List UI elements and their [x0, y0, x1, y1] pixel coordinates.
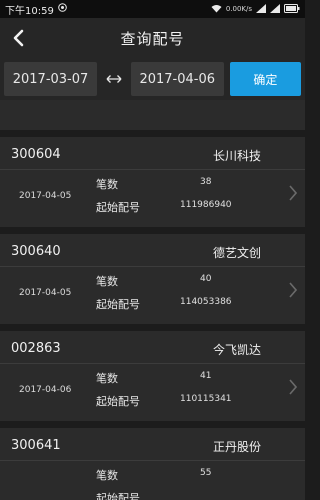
end-date-field[interactable]: 2017-04-06: [130, 62, 224, 96]
record-date: 2017-04-05: [19, 191, 72, 201]
count-label: 笔数: [96, 178, 118, 191]
confirm-button[interactable]: 确定: [229, 62, 302, 96]
record-list[interactable]: 300604 长川科技 2017-04-05 笔数 38 起始配号 111986…: [0, 100, 305, 500]
list-item[interactable]: 300604 长川科技 2017-04-05 笔数 38 起始配号 111986…: [0, 137, 305, 227]
status-time: 下午10:59: [5, 5, 54, 17]
back-button[interactable]: [8, 26, 28, 50]
stock-code: 300641: [11, 438, 61, 453]
stock-name: 长川科技: [212, 149, 261, 163]
start-number-value: 114053386: [180, 297, 232, 307]
count-label: 笔数: [96, 275, 118, 288]
signal-2-icon: [270, 3, 280, 15]
signal-icon: [256, 3, 266, 15]
status-bar: 下午10:59 0.00K/s: [0, 0, 305, 18]
record-date: 2017-04-06: [19, 385, 72, 395]
start-number-label: 起始配号: [96, 395, 140, 408]
count-value: 38: [200, 177, 212, 187]
start-number-label: 起始配号: [96, 492, 140, 500]
count-value: 41: [200, 371, 212, 381]
start-number-value: 110115341: [180, 394, 232, 404]
record-date: 2017-04-05: [19, 288, 72, 298]
chevron-right-icon: [287, 183, 299, 203]
start-date-field[interactable]: 2017-03-07: [4, 62, 98, 96]
stock-code: 300640: [11, 244, 61, 259]
chevron-right-icon: [287, 280, 299, 300]
chevron-right-icon: [287, 377, 299, 397]
count-label: 笔数: [96, 372, 118, 385]
list-item[interactable]: 300640 德艺文创 2017-04-05 笔数 40 起始配号 114053…: [0, 234, 305, 324]
app-header: 查询配号: [0, 18, 305, 58]
start-number-value: 111986940: [180, 200, 232, 210]
stock-code: 300604: [11, 147, 61, 162]
network-speed: 0.00K/s: [225, 5, 252, 13]
stock-name: 今飞凯达: [212, 343, 261, 357]
notification-icon: [58, 3, 67, 15]
chevron-left-icon: [13, 29, 24, 47]
count-value: 40: [200, 274, 212, 284]
stock-name: 正丹股份: [212, 440, 261, 454]
wifi-icon: [211, 4, 222, 15]
start-number-label: 起始配号: [96, 201, 140, 214]
count-value: 55: [200, 468, 212, 478]
stock-name: 德艺文创: [212, 246, 261, 260]
count-label: 笔数: [96, 469, 118, 482]
swap-arrows-icon: [97, 74, 131, 84]
stock-code: 002863: [11, 341, 61, 356]
list-item[interactable]: 002863 今飞凯达 2017-04-06 笔数 41 起始配号 110115…: [0, 331, 305, 421]
battery-icon: [284, 3, 300, 15]
page-title: 查询配号: [120, 29, 185, 48]
date-range-bar: 2017-03-07 2017-04-06 确定: [0, 58, 305, 100]
list-item-partial: [0, 100, 305, 130]
start-number-label: 起始配号: [96, 298, 140, 311]
list-item[interactable]: 300641 正丹股份 笔数 55 起始配号: [0, 428, 305, 500]
